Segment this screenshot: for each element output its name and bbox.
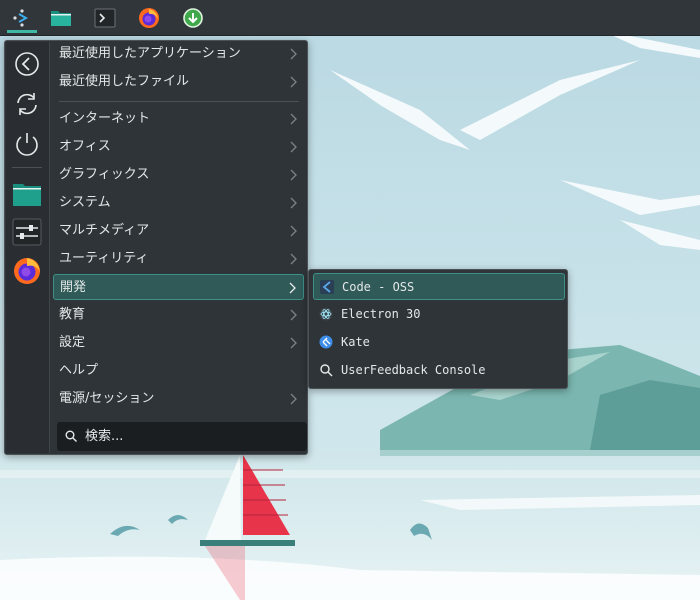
shutdown-button[interactable] (10, 127, 44, 161)
folder-icon (51, 11, 71, 26)
application-launcher-menu: 最近使用したアプリケーション 最近使用したファイル インターネット オフィス グ… (4, 40, 308, 455)
category-system[interactable]: システム (53, 190, 304, 216)
kate-icon (319, 335, 333, 349)
category-recent-files[interactable]: 最近使用したファイル (53, 69, 304, 95)
firefox-button[interactable] (134, 3, 164, 33)
back-arrow-icon (15, 52, 39, 76)
launcher-sidebar (6, 42, 50, 453)
category-help[interactable]: ヘルプ (53, 358, 304, 384)
electron-icon (319, 307, 333, 321)
category-utilities[interactable]: ユーティリティ (53, 246, 304, 272)
sidebar-firefox-button[interactable] (10, 254, 44, 288)
terminal-button[interactable] (90, 3, 120, 33)
category-development[interactable]: 開発 (53, 274, 304, 300)
refresh-icon (17, 93, 37, 115)
category-separator (59, 101, 299, 102)
sidebar-files-button[interactable] (10, 177, 44, 211)
chevron-right-icon (290, 393, 297, 405)
update-notifier-button[interactable] (178, 3, 208, 33)
chevron-right-icon (289, 282, 296, 294)
reboot-button[interactable] (10, 87, 44, 121)
download-icon (183, 8, 203, 28)
sidebar-settings-button[interactable] (10, 215, 44, 249)
search-icon (65, 430, 77, 442)
search-placeholder: 検索... (85, 429, 124, 444)
category-recent-applications[interactable]: 最近使用したアプリケーション (53, 41, 304, 67)
chevron-right-icon (290, 169, 297, 181)
terminal-icon (94, 8, 116, 28)
chevron-right-icon (290, 48, 297, 60)
folder-icon (13, 184, 41, 206)
kde-launcher-icon (13, 9, 29, 27)
category-graphics[interactable]: グラフィックス (53, 162, 304, 188)
chevron-right-icon (290, 309, 297, 321)
file-manager-button[interactable] (46, 3, 76, 33)
category-power-session[interactable]: 電源/セッション (53, 386, 304, 412)
chevron-right-icon (290, 253, 297, 265)
category-multimedia[interactable]: マルチメディア (53, 218, 304, 244)
power-icon (16, 133, 38, 156)
vscode-icon (320, 280, 334, 294)
chevron-right-icon (290, 225, 297, 237)
category-settings[interactable]: 設定 (53, 330, 304, 356)
back-button[interactable] (10, 47, 44, 81)
application-launcher-button[interactable] (7, 3, 37, 33)
app-kate[interactable]: Kate (313, 329, 565, 356)
development-submenu: Code - OSS Electron 30 Kate UserFeedback… (308, 269, 568, 389)
app-userfeedback-console[interactable]: UserFeedback Console (313, 357, 565, 384)
top-panel (0, 0, 700, 36)
sidebar-separator (12, 167, 42, 168)
chevron-right-icon (290, 337, 297, 349)
category-office[interactable]: オフィス (53, 134, 304, 160)
settings-sliders-icon (12, 218, 42, 246)
app-code-oss[interactable]: Code - OSS (313, 273, 565, 300)
firefox-icon (14, 258, 40, 284)
chevron-right-icon (290, 197, 297, 209)
chevron-right-icon (290, 141, 297, 153)
search-icon (320, 364, 333, 377)
firefox-icon (139, 8, 159, 28)
chevron-right-icon (290, 76, 297, 88)
category-education[interactable]: 教育 (53, 302, 304, 328)
search-input[interactable]: 検索... (57, 422, 307, 451)
app-electron-30[interactable]: Electron 30 (313, 301, 565, 328)
chevron-right-icon (290, 113, 297, 125)
category-internet[interactable]: インターネット (53, 106, 304, 132)
